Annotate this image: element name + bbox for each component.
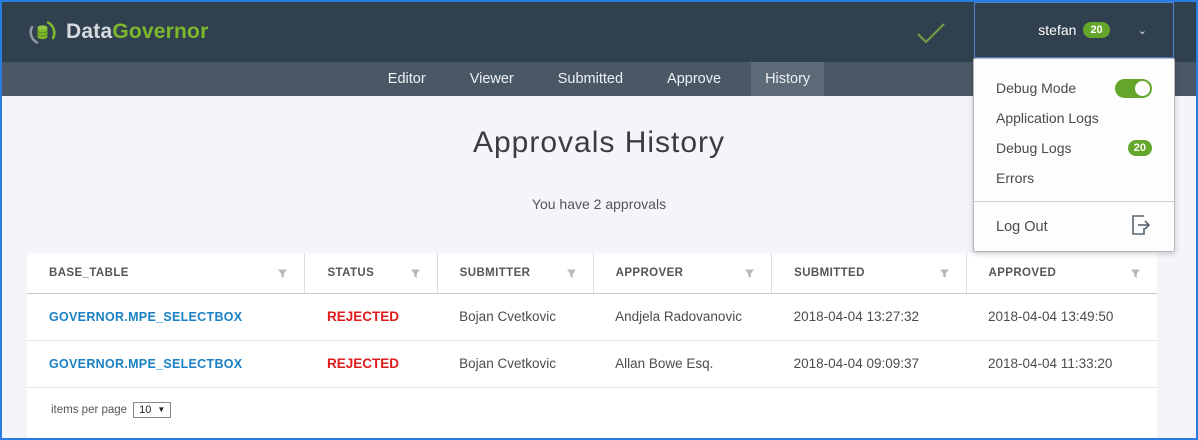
column-label: APPROVED [989,267,1057,279]
column-header-approver: APPROVER [593,253,772,293]
column-label: SUBMITTER [460,267,531,279]
table-row: GOVERNOR.MPE_SELECTBOX REJECTED Bojan Cv… [27,293,1157,340]
cell-approver: Andjela Radovanovic [593,293,772,340]
cell-base-table-link[interactable]: GOVERNOR.MPE_SELECTBOX [27,293,305,340]
select-arrow-icon: ▼ [157,405,165,414]
column-label: BASE_TABLE [49,267,129,279]
items-per-page-select[interactable]: 10 ▼ [133,402,171,418]
filter-icon[interactable] [1130,268,1141,282]
items-per-page-value: 10 [139,404,151,416]
table-footer: items per page 10 ▼ [27,388,1157,418]
menu-item-label: Debug Logs [996,140,1072,156]
table-header-row: BASE_TABLE STATUS SUBMITTER APPROVER SUB… [27,253,1157,293]
menu-item-application-logs[interactable]: Application Logs [974,103,1174,133]
cell-base-table-link[interactable]: GOVERNOR.MPE_SELECTBOX [27,340,305,387]
column-label: STATUS [327,267,374,279]
nav-item-approve[interactable]: Approve [653,62,735,96]
column-header-submitted: SUBMITTED [772,253,966,293]
menu-item-errors[interactable]: Errors [974,163,1174,193]
debug-logs-badge: 20 [1128,140,1152,156]
cell-approver: Allan Bowe Esq. [593,340,772,387]
menu-item-debug-mode[interactable]: Debug Mode [974,73,1174,103]
column-header-status: STATUS [305,253,437,293]
menu-item-label: Log Out [996,219,1048,235]
menu-item-label: Errors [996,170,1034,186]
items-per-page-label: items per page [51,404,127,416]
menu-item-debug-logs[interactable]: Debug Logs 20 [974,133,1174,163]
cell-approved: 2018-04-04 11:33:20 [966,340,1157,387]
user-menu-button[interactable]: stefan 20 ⌄ [974,2,1174,58]
filter-icon[interactable] [939,268,950,282]
approvals-table: BASE_TABLE STATUS SUBMITTER APPROVER SUB… [27,253,1157,388]
column-label: APPROVER [616,267,684,279]
database-logo-icon [28,18,57,47]
nav-item-viewer[interactable]: Viewer [456,62,528,96]
logo-text-data: Data [66,20,112,43]
debug-mode-toggle[interactable] [1115,79,1152,98]
column-header-submitter: SUBMITTER [437,253,593,293]
menu-item-log-out[interactable]: Log Out [974,202,1174,251]
filter-icon[interactable] [410,268,421,282]
column-label: SUBMITTED [794,267,865,279]
checkmark-icon [915,21,947,50]
nav-item-history[interactable]: History [751,62,824,96]
user-badge: 20 [1083,22,1109,38]
toggle-knob [1135,81,1150,96]
cell-status: REJECTED [305,293,437,340]
filter-icon[interactable] [277,268,288,282]
logo-text-governor: Governor [112,20,208,43]
column-header-approved: APPROVED [966,253,1157,293]
logout-icon [1128,213,1152,241]
menu-item-label: Application Logs [996,110,1099,126]
table-row: GOVERNOR.MPE_SELECTBOX REJECTED Bojan Cv… [27,340,1157,387]
logo-text: DataGovernor [66,20,208,44]
filter-icon[interactable] [744,268,755,282]
filter-icon[interactable] [566,268,577,282]
app-header: DataGovernor stefan 20 ⌄ [2,2,1196,62]
cell-submitter: Bojan Cvetkovic [437,293,593,340]
cell-submitter: Bojan Cvetkovic [437,340,593,387]
cell-status: REJECTED [305,340,437,387]
column-header-base-table: BASE_TABLE [27,253,305,293]
cell-submitted: 2018-04-04 09:09:37 [772,340,966,387]
nav-item-submitted[interactable]: Submitted [544,62,637,96]
menu-item-label: Debug Mode [996,80,1076,96]
app-logo[interactable]: DataGovernor [28,18,208,47]
nav-item-editor[interactable]: Editor [374,62,440,96]
user-dropdown-menu: Debug Mode Application Logs Debug Logs 2… [973,58,1175,252]
cell-submitted: 2018-04-04 13:27:32 [772,293,966,340]
cell-approved: 2018-04-04 13:49:50 [966,293,1157,340]
user-name: stefan [1038,22,1076,38]
approvals-table-card: BASE_TABLE STATUS SUBMITTER APPROVER SUB… [27,253,1157,438]
chevron-down-icon: ⌄ [1138,24,1147,37]
